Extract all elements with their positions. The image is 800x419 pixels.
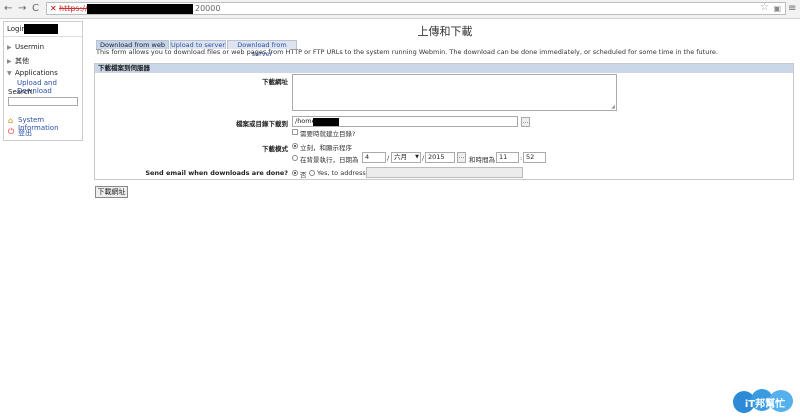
resize-grip-icon[interactable]: ◢ bbox=[611, 104, 615, 110]
browse-button[interactable]: ... bbox=[521, 117, 530, 127]
house-icon: ⌂ bbox=[8, 116, 14, 125]
minute-input[interactable]: 52 bbox=[523, 152, 546, 163]
email-no-radio[interactable] bbox=[292, 170, 298, 176]
category-label: Applications bbox=[15, 69, 58, 77]
urls-textarea[interactable]: ◢ bbox=[292, 74, 617, 111]
category-other[interactable]: ▶ 其他 bbox=[7, 56, 29, 66]
mkdir-label: 需要時就建立目錄? bbox=[300, 130, 356, 138]
search-label: Search: bbox=[8, 88, 35, 96]
mode-now-radio[interactable] bbox=[292, 143, 298, 149]
category-usermin[interactable]: ▶ Usermin bbox=[7, 43, 44, 51]
time-label: 和時間為 bbox=[469, 156, 495, 164]
page-description: This form allows you to download files o… bbox=[96, 48, 718, 56]
browser-menu-icon[interactable]: ≡ bbox=[788, 3, 796, 14]
category-applications[interactable]: ▼ Applications bbox=[7, 69, 58, 77]
day-input[interactable]: 4 bbox=[362, 152, 386, 163]
panel-title: 下載檔案到伺服器 bbox=[95, 64, 793, 73]
forward-icon[interactable]: → bbox=[18, 3, 26, 15]
destination-label: 檔案或目錄下載到 bbox=[236, 120, 288, 128]
redacted-path bbox=[313, 118, 339, 126]
collapse-triangle-icon: ▼ bbox=[7, 70, 12, 77]
destination-input[interactable]: /home/ bbox=[292, 116, 518, 127]
reload-icon[interactable]: C bbox=[32, 3, 39, 15]
mode-schedule-label: 在背景執行，日期為 bbox=[300, 156, 359, 164]
redacted-username bbox=[24, 24, 58, 34]
download-form-panel: 下載檔案到伺服器 下載網址 ◢ 檔案或目錄下載到 /home/ ... 需要時就… bbox=[94, 63, 794, 180]
expand-triangle-icon: ▶ bbox=[7, 44, 12, 51]
date-separator: / bbox=[422, 154, 425, 162]
browser-toolbar: ← → C ✕ https:// 20000 ☆ ▣ ≡ bbox=[0, 0, 800, 19]
divider bbox=[4, 36, 82, 37]
email-no-label: 否 bbox=[300, 171, 307, 179]
expand-triangle-icon: ▶ bbox=[7, 58, 12, 65]
category-label: 其他 bbox=[15, 57, 29, 65]
hour-input[interactable]: 11 bbox=[496, 152, 519, 163]
time-separator: : bbox=[520, 154, 523, 162]
mode-label: 下載模式 bbox=[262, 145, 288, 153]
urls-label: 下載網址 bbox=[262, 78, 288, 86]
month-select[interactable]: 六月 ▼ bbox=[391, 152, 421, 163]
logo-text: iT邦幫忙 bbox=[744, 399, 786, 410]
ithome-logo: iT邦幫忙 bbox=[733, 387, 797, 415]
page-title: 上傳和下載 bbox=[417, 25, 473, 38]
redacted-host bbox=[87, 4, 193, 14]
search-input[interactable] bbox=[8, 97, 78, 106]
email-yes-radio[interactable] bbox=[309, 170, 315, 176]
url-port: 20000 bbox=[195, 4, 221, 13]
mode-now-label: 立刻，和顯示程序 bbox=[300, 144, 352, 152]
logout-link[interactable]: 登出 bbox=[18, 128, 32, 138]
mkdir-checkbox[interactable] bbox=[292, 129, 298, 135]
calendar-button[interactable]: ... bbox=[457, 152, 466, 163]
insecure-lock-icon: ✕ bbox=[50, 4, 57, 13]
address-bar[interactable]: ✕ https:// 20000 ☆ ▣ bbox=[46, 2, 786, 15]
email-address-input[interactable] bbox=[366, 167, 523, 178]
chevron-down-icon: ▼ bbox=[415, 154, 419, 160]
email-label: Send email when downloads are done? bbox=[145, 169, 288, 177]
category-label: Usermin bbox=[15, 43, 45, 51]
back-icon[interactable]: ← bbox=[4, 3, 12, 15]
logout-icon: ⏻ bbox=[8, 127, 15, 136]
email-yes-label: Yes, to address bbox=[317, 169, 366, 177]
url-protocol: https:// bbox=[59, 4, 88, 13]
page-action-icon[interactable]: ▣ bbox=[773, 3, 781, 14]
mode-schedule-radio[interactable] bbox=[292, 155, 298, 161]
download-submit-button[interactable]: 下載網址 bbox=[95, 186, 128, 198]
bookmark-star-icon[interactable]: ☆ bbox=[760, 2, 769, 13]
month-value: 六月 bbox=[394, 153, 407, 161]
date-separator: / bbox=[387, 154, 390, 162]
left-nav-frame: Login: ▶ Usermin ▶ 其他 ▼ Applications Upload… bbox=[3, 21, 83, 141]
year-input[interactable]: 2015 bbox=[425, 152, 455, 163]
